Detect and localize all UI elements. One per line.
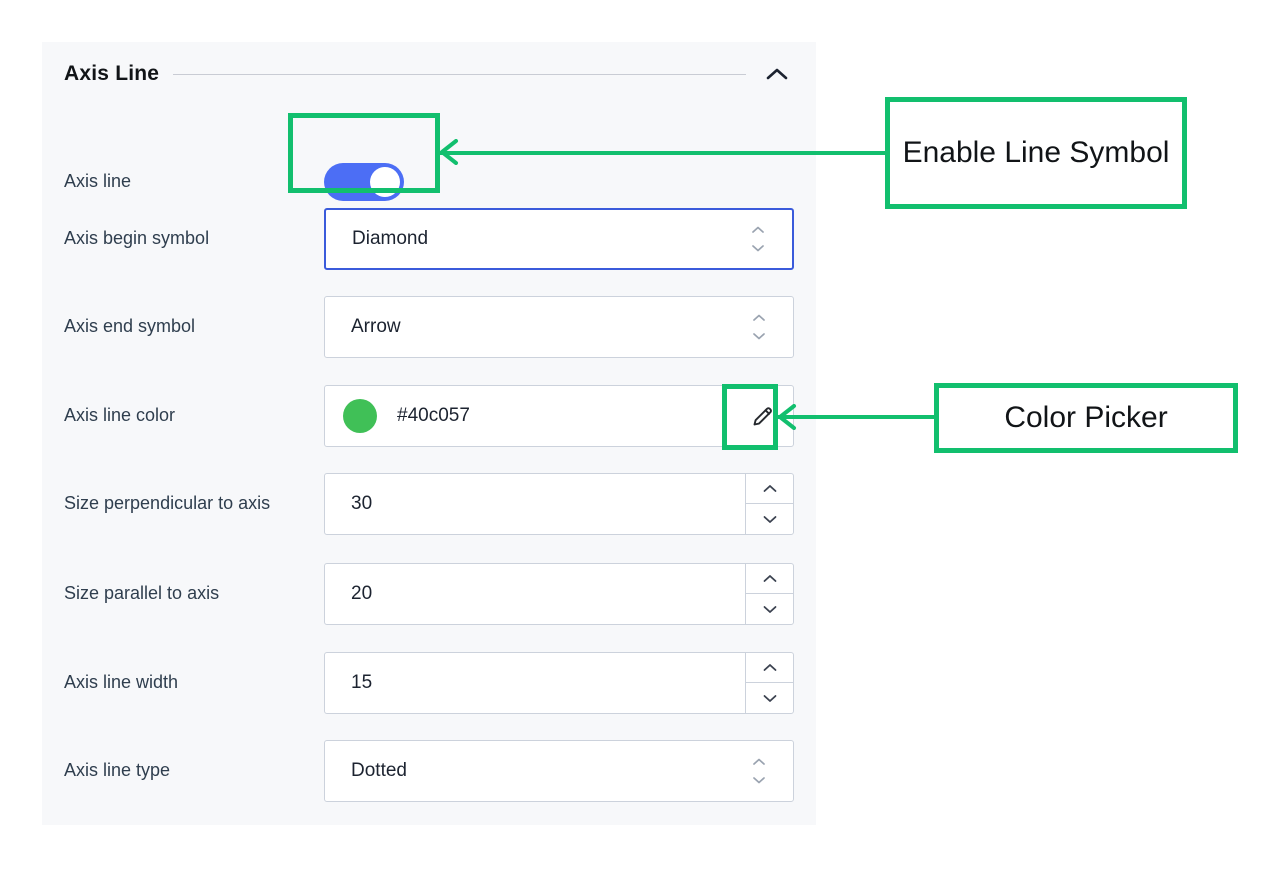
stepper-increment-button[interactable] [746,653,793,683]
screenshot-root: Axis Line Axis line Axis begin symbol Di… [0,0,1280,874]
size-parallel-input[interactable]: 20 [324,563,794,625]
stepper-increment-button[interactable] [746,474,793,504]
section-header: Axis Line [64,54,794,94]
chevron-up-icon[interactable] [760,57,794,91]
pencil-icon [753,407,772,426]
number-stepper [745,653,793,713]
axis-begin-symbol-select[interactable]: Diamond [324,208,794,270]
stepper-decrement-button[interactable] [746,504,793,534]
stepper-decrement-button[interactable] [746,594,793,624]
row-size-parallel: Size parallel to axis 20 [64,563,794,625]
chevron-updown-icon[interactable] [751,314,767,340]
axis-line-type-select[interactable]: Dotted [324,740,794,802]
row-axis-line-width: Axis line width 15 [64,652,794,714]
stepper-increment-button[interactable] [746,564,793,594]
axis-line-panel: Axis Line Axis line Axis begin symbol Di… [42,42,816,825]
row-label: Axis line width [64,672,179,693]
row-control: 30 [324,473,794,535]
input-value: 20 [351,583,373,604]
select-value: Diamond [352,228,429,249]
color-swatch [343,399,377,433]
input-value: 30 [351,493,373,514]
page-title: Axis Line [64,62,160,85]
row-label: Axis line type [64,760,171,781]
select-value: Dotted [351,760,407,781]
annotation-text: Enable Line Symbol [902,136,1170,170]
row-axis-end-symbol: Axis end symbol Arrow [64,296,794,358]
axis-line-toggle[interactable] [324,163,404,201]
row-label: Size parallel to axis [64,583,220,604]
chevron-updown-icon[interactable] [750,226,766,252]
row-axis-line-type: Axis line type Dotted [64,740,794,802]
annotation-connector-line-1 [440,151,887,155]
input-value: 15 [351,672,373,693]
axis-end-symbol-select[interactable]: Arrow [324,296,794,358]
row-control: Arrow [324,296,794,358]
annotation-connector-line-2 [778,415,936,419]
row-control: #40c057 [324,385,794,447]
row-control [324,163,794,201]
header-divider [173,73,746,75]
row-control: Dotted [324,740,794,802]
size-perpendicular-input[interactable]: 30 [324,473,794,535]
color-hex-value: #40c057 [397,405,470,426]
stepper-decrement-button[interactable] [746,683,793,713]
annotation-label-color-picker: Color Picker [934,383,1238,453]
row-label: Axis line [64,171,132,192]
row-axis-line-color: Axis line color #40c057 [64,385,794,447]
axis-line-color-field[interactable]: #40c057 [324,385,794,447]
row-size-perpendicular: Size perpendicular to axis 30 [64,473,794,535]
select-value: Arrow [351,316,401,337]
row-control: Diamond [324,208,794,270]
number-stepper [745,474,793,534]
row-label: Axis line color [64,405,176,426]
annotation-text: Color Picker [1004,401,1168,435]
number-stepper [745,564,793,624]
toggle-knob [370,167,400,197]
axis-line-width-input[interactable]: 15 [324,652,794,714]
row-label: Size perpendicular to axis [64,493,271,514]
chevron-updown-icon[interactable] [751,758,767,784]
row-axis-line: Axis line [64,152,794,212]
annotation-label-enable-line-symbol: Enable Line Symbol [885,97,1187,209]
row-control: 20 [324,563,794,625]
row-control: 15 [324,652,794,714]
row-label: Axis begin symbol [64,228,210,249]
row-axis-begin-symbol: Axis begin symbol Diamond [64,208,794,270]
row-label: Axis end symbol [64,316,196,337]
